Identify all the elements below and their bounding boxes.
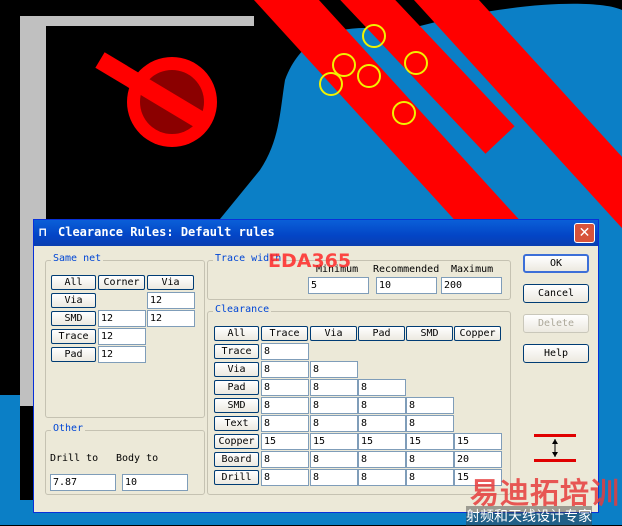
clearance-row-trace[interactable]: Trace: [214, 344, 259, 359]
clearance-cell-drill-trace[interactable]: 8: [261, 469, 309, 486]
trace-width-maximum-label: Maximum: [451, 264, 494, 275]
clearance-all-button[interactable]: All: [214, 326, 259, 341]
trace-width-recommended-label: Recommended: [373, 264, 440, 275]
trace-width-recommended-field[interactable]: 10: [376, 277, 437, 294]
drill-to-field[interactable]: 7.87: [50, 474, 116, 491]
clearance-col-pad[interactable]: Pad: [358, 326, 405, 341]
dialog-title: Clearance Rules: Default rules: [58, 225, 275, 239]
clearance-cell-via-via[interactable]: 8: [310, 361, 358, 378]
clearance-cell-smd-via[interactable]: 8: [310, 397, 358, 414]
clearance-cell-text-pad[interactable]: 8: [358, 415, 406, 432]
clearance-row-via[interactable]: Via: [214, 362, 259, 377]
clearance-row-text[interactable]: Text: [214, 416, 259, 431]
clearance-cell-board-trace[interactable]: 8: [261, 451, 309, 468]
clearance-cell-drill-smd[interactable]: 8: [406, 469, 454, 486]
same-net-smd-corner-field[interactable]: 12: [98, 310, 146, 327]
drill-to-label: Drill to: [50, 453, 99, 464]
same-net-row-via[interactable]: Via: [51, 293, 96, 308]
clearance-cell-board-copper[interactable]: 20: [454, 451, 502, 468]
clearance-cell-text-smd[interactable]: 8: [406, 415, 454, 432]
same-net-row-smd[interactable]: SMD: [51, 311, 96, 326]
eda365-watermark: EDA365: [268, 250, 352, 272]
clearance-cell-copper-pad[interactable]: 15: [358, 433, 406, 450]
clearance-col-smd[interactable]: SMD: [406, 326, 453, 341]
same-net-row-trace[interactable]: Trace: [51, 329, 96, 344]
other-label: Other: [51, 423, 86, 434]
same-net-all-button[interactable]: All: [51, 275, 96, 290]
clearance-cell-pad-trace[interactable]: 8: [261, 379, 309, 396]
clearance-col-trace[interactable]: Trace: [261, 326, 308, 341]
clearance-label: Clearance: [213, 304, 272, 315]
clearance-row-smd[interactable]: SMD: [214, 398, 259, 413]
clearance-row-board[interactable]: Board: [214, 452, 259, 467]
body-to-label: Body to: [116, 453, 159, 464]
same-net-via-button[interactable]: Via: [147, 275, 194, 290]
clearance-cell-trace-trace[interactable]: 8: [261, 343, 309, 360]
rule-icon: ⊓: [39, 225, 47, 239]
clearance-cell-copper-via[interactable]: 15: [310, 433, 358, 450]
clearance-cell-board-pad[interactable]: 8: [358, 451, 406, 468]
clearance-row-copper[interactable]: Copper: [214, 434, 259, 449]
help-button[interactable]: Help: [523, 344, 589, 363]
same-net-corner-button[interactable]: Corner: [98, 275, 145, 290]
clearance-col-copper[interactable]: Copper: [454, 326, 501, 341]
same-net-label: Same net: [51, 253, 104, 264]
same-net-row-pad[interactable]: Pad: [51, 347, 96, 362]
clearance-cell-via-trace[interactable]: 8: [261, 361, 309, 378]
cancel-button[interactable]: Cancel: [523, 284, 589, 303]
body-to-field[interactable]: 10: [122, 474, 188, 491]
clearance-dimension-icon: [534, 434, 576, 462]
trace-width-maximum-field[interactable]: 200: [441, 277, 502, 294]
clearance-cell-drill-via[interactable]: 8: [310, 469, 358, 486]
close-button[interactable]: ✕: [574, 223, 595, 243]
same-net-trace-corner-field[interactable]: 12: [98, 328, 146, 345]
same-net-smd-via-field[interactable]: 12: [147, 310, 195, 327]
clearance-cell-copper-smd[interactable]: 15: [406, 433, 454, 450]
clearance-cell-smd-pad[interactable]: 8: [358, 397, 406, 414]
clearance-cell-copper-trace[interactable]: 15: [261, 433, 309, 450]
clearance-cell-text-via[interactable]: 8: [310, 415, 358, 432]
same-net-pad-corner-field[interactable]: 12: [98, 346, 146, 363]
clearance-cell-text-trace[interactable]: 8: [261, 415, 309, 432]
tagline-watermark: 射频和天线设计专家: [466, 506, 592, 526]
clearance-cell-board-via[interactable]: 8: [310, 451, 358, 468]
clearance-cell-board-smd[interactable]: 8: [406, 451, 454, 468]
clearance-cell-smd-smd[interactable]: 8: [406, 397, 454, 414]
ok-button[interactable]: OK: [523, 254, 589, 273]
clearance-cell-drill-pad[interactable]: 8: [358, 469, 406, 486]
title-bar[interactable]: ⊓ Clearance Rules: Default rules ✕: [34, 220, 598, 246]
copper-strip: [0, 395, 20, 525]
clearance-cell-pad-via[interactable]: 8: [310, 379, 358, 396]
same-net-via-via-field[interactable]: 12: [147, 292, 195, 309]
clearance-col-via[interactable]: Via: [310, 326, 357, 341]
clearance-cell-smd-trace[interactable]: 8: [261, 397, 309, 414]
clearance-cell-pad-pad[interactable]: 8: [358, 379, 406, 396]
trace-width-minimum-field[interactable]: 5: [308, 277, 369, 294]
board-outline-horizontal: [20, 16, 254, 26]
clearance-row-drill[interactable]: Drill: [214, 470, 259, 485]
clearance-cell-copper-copper[interactable]: 15: [454, 433, 502, 450]
clearance-row-pad[interactable]: Pad: [214, 380, 259, 395]
delete-button: Delete: [523, 314, 589, 333]
